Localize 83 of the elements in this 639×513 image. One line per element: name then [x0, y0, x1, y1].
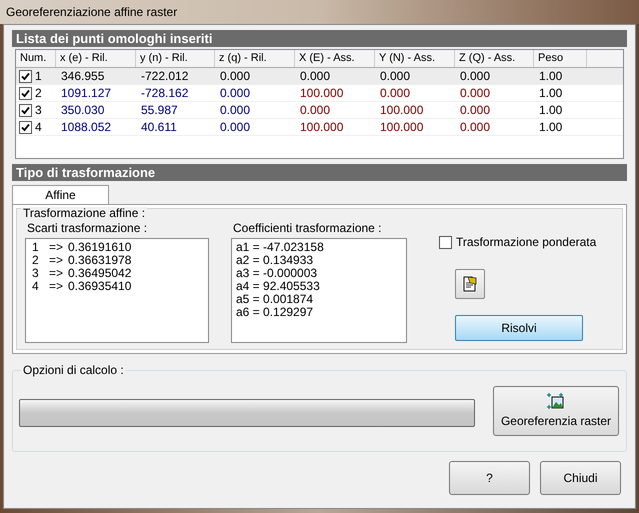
table-cell-text: 0.000	[299, 102, 332, 118]
residual-value: 0.36631978	[68, 254, 132, 267]
table-cell-text: -722.012	[140, 68, 190, 84]
group-title: Opzioni di calcolo :	[21, 363, 126, 377]
table-cell-text: 4	[35, 119, 42, 136]
arrow-text: =>	[48, 280, 64, 293]
table-cell-text: 346.955	[60, 68, 106, 84]
table-row[interactable]: 4 1088.052 40.611 0.000 100.000 100.000 0.000 1.00	[16, 119, 623, 136]
column-header[interactable]: Y (N) - Ass.	[375, 50, 455, 67]
tab[interactable]: Affine	[12, 185, 109, 204]
row-checkbox[interactable]	[19, 104, 32, 116]
table-cell-text: 100.000	[379, 102, 424, 118]
column-header[interactable]: Z (Q) - Ass.	[455, 50, 534, 67]
document-icon	[461, 275, 479, 293]
column-header[interactable]: x (e) - Ril.	[56, 50, 136, 67]
checkbox-label[interactable]: Trasformazione ponderata	[456, 233, 596, 251]
table-cell-text: 1091.127	[60, 85, 112, 101]
table-cell-text: 0.000	[459, 119, 492, 135]
table-cell-text: 1.00	[538, 102, 564, 118]
table-cell-text: 0.000	[219, 85, 252, 101]
table-cell-text: 0.000	[219, 102, 252, 118]
table-cell-text: 100.000	[299, 85, 344, 101]
residual-index: 2	[32, 254, 40, 267]
picture-frame-icon	[547, 392, 565, 410]
group-title: Trasformazione affine :	[21, 207, 148, 219]
table-cell-text: 0.000	[379, 68, 412, 84]
table-cell-text: 3	[35, 102, 42, 119]
table-cell-text: 100.000	[299, 119, 344, 135]
residual-value: 0.36495042	[68, 267, 132, 280]
residual-index: 3	[32, 267, 40, 280]
row-checkbox[interactable]	[19, 86, 32, 100]
table-cell-text: 100.000	[379, 119, 424, 135]
table-cell-text: 1	[35, 68, 42, 85]
dialog-button[interactable]: ?	[449, 461, 530, 495]
table-cell-text: 0.000	[379, 85, 412, 101]
column-header[interactable]: Num.	[16, 50, 56, 67]
arrow-text: =>	[48, 241, 64, 254]
table-row[interactable]: 1 346.955 -722.012 0.000 0.000 0.000 0.000 1.00	[16, 68, 623, 85]
table-cell-text: 1.00	[538, 68, 564, 84]
table-cell-text: 2	[35, 85, 42, 102]
list-label: Coefficienti trasformazione :	[233, 220, 383, 234]
table-cell-text: 55.987	[140, 102, 179, 118]
table-cell-text: 1.00	[538, 85, 564, 101]
table-cell-text: 1088.052	[60, 119, 112, 135]
list-label: Scarti trasformazione :	[27, 220, 148, 234]
table-row[interactable]: 3 350.030 55.987 0.000 0.000 100.000 0.000 1.00	[16, 102, 623, 119]
row-checkbox[interactable]	[19, 70, 32, 82]
coefficient-text: a1 = -47.023158	[236, 241, 325, 254]
weighted-checkbox[interactable]	[439, 236, 452, 248]
residual-index: 1	[32, 241, 40, 254]
table-cell-text: 1.00	[538, 119, 564, 135]
solve-button[interactable]: Risolvi	[455, 315, 583, 341]
table-cell-text: 350.030	[60, 102, 106, 118]
table-cell-text: -728.162	[140, 85, 190, 101]
arrow-text: =>	[48, 267, 64, 280]
table-row[interactable]: 2 1091.127 -728.162 0.000 100.000 0.000 0.000 1.00	[16, 85, 623, 102]
coefficient-text: a5 = 0.001874	[236, 293, 314, 306]
coefficient-text: a4 = 92.405533	[236, 280, 321, 293]
section-header: Lista dei punti omologhi inseriti	[12, 30, 627, 47]
coefficient-text: a3 = -0.000003	[236, 267, 318, 280]
dialog-button[interactable]: Chiudi	[540, 461, 621, 495]
section-header: Tipo di trasformazione	[12, 164, 627, 181]
table-cell-text: 0.000	[459, 68, 492, 84]
column-header[interactable]: X (E) - Ass.	[295, 50, 375, 67]
table-cell-text: 0.000	[459, 102, 492, 118]
table-cell-text: 0.000	[299, 68, 332, 84]
column-header[interactable]: Peso	[534, 50, 587, 67]
table-cell-text: 0.000	[219, 119, 252, 135]
table-cell-text: 0.000	[459, 85, 492, 101]
residual-value: 0.36191610	[68, 241, 132, 254]
window-title: Georeferenziazione affine raster	[6, 4, 178, 21]
residual-index: 4	[32, 280, 40, 293]
column-header[interactable]: z (q) - Ril.	[215, 50, 295, 67]
georeference-button[interactable]: Georeferenzia raster	[493, 386, 619, 436]
document-button[interactable]	[455, 269, 485, 299]
table-cell-text: 0.000	[219, 68, 252, 84]
arrow-text: =>	[48, 254, 64, 267]
row-checkbox[interactable]	[19, 120, 32, 134]
residual-value: 0.36935410	[68, 280, 132, 293]
column-header[interactable]: y (n) - Ril.	[136, 50, 215, 67]
coefficient-text: a6 = 0.129297	[236, 306, 314, 319]
coefficient-text: a2 = 0.134933	[236, 254, 314, 267]
table-cell-text: 40.611	[140, 119, 178, 135]
